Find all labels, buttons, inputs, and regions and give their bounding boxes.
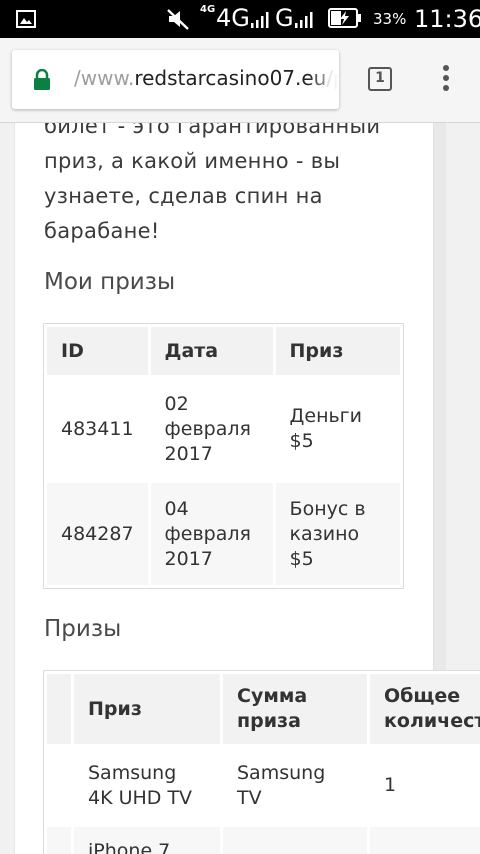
page-viewport[interactable]: билет - это гарантированный приз, а како… bbox=[0, 123, 480, 854]
url-prefix: /www. bbox=[74, 66, 135, 90]
clock: 11:36 bbox=[414, 5, 480, 33]
lock-icon[interactable] bbox=[33, 69, 51, 90]
url-fade bbox=[309, 50, 339, 109]
url-domain: redstarcasino07.eu bbox=[134, 66, 327, 90]
network-type-2: G bbox=[275, 4, 294, 32]
col-header-id: ID bbox=[47, 327, 148, 375]
table-row: iPhone 7 bbox=[47, 827, 480, 854]
col-header-num bbox=[47, 674, 71, 744]
my-prizes-title: Мои призы bbox=[44, 269, 176, 295]
table-header-row: ID Дата Приз bbox=[47, 327, 400, 375]
col-header-amount: Сумма приза bbox=[223, 674, 367, 744]
intro-paragraph: билет - это гарантированный приз, а како… bbox=[44, 123, 384, 249]
cell-date: 02 февраля 2017 bbox=[150, 378, 273, 480]
tab-switcher-button[interactable]: 1 bbox=[368, 67, 392, 91]
cell-id: 483411 bbox=[47, 378, 148, 480]
intro-line: узнаете, сделав спин на bbox=[44, 184, 323, 208]
gallery-notification-icon bbox=[16, 10, 36, 28]
col-header-prize: Приз bbox=[275, 327, 400, 375]
cell-amount: Samsung TV bbox=[223, 747, 367, 824]
cell-id: 484287 bbox=[47, 483, 148, 585]
table-header-row: Приз Сумма приза Общее количество bbox=[47, 674, 480, 744]
status-bar: 4G 4G G 33% 11:36 bbox=[0, 0, 480, 38]
address-bar[interactable]: /www.redstarcasino07.eu/p bbox=[12, 50, 339, 109]
cell-num bbox=[47, 747, 71, 824]
cell-date: 04 февраля 2017 bbox=[150, 483, 273, 585]
prizes-table: Приз Сумма приза Общее количество Samsun… bbox=[43, 670, 480, 854]
table-row: Samsung 4K UHD TV Samsung TV 1 bbox=[47, 747, 480, 824]
browser-toolbar: /www.redstarcasino07.eu/p 1 bbox=[0, 38, 480, 123]
cell-num bbox=[47, 827, 71, 854]
intro-line: приз, а какой именно - вы bbox=[44, 149, 341, 173]
intro-line: билет - это гарантированный bbox=[44, 123, 381, 138]
cell-amount bbox=[223, 827, 367, 854]
intro-line: барабане! bbox=[44, 219, 160, 243]
prizes-title: Призы bbox=[44, 616, 122, 642]
cell-total bbox=[370, 827, 480, 854]
col-header-prize: Приз bbox=[74, 674, 220, 744]
cell-prize: Бонус в казино $5 bbox=[275, 483, 400, 585]
signal-strength-icon bbox=[251, 12, 269, 28]
cell-total: 1 bbox=[370, 747, 480, 824]
url-text[interactable]: /www.redstarcasino07.eu/p bbox=[74, 66, 339, 90]
battery-charging-icon bbox=[328, 8, 361, 28]
cell-prize: iPhone 7 bbox=[74, 827, 220, 854]
cell-prize: Samsung 4K UHD TV bbox=[74, 747, 220, 824]
more-menu-icon[interactable] bbox=[436, 64, 456, 96]
table-row: 483411 02 февраля 2017 Деньги $5 bbox=[47, 378, 400, 480]
mute-icon bbox=[167, 9, 189, 30]
network-type-small: 4G bbox=[200, 4, 216, 15]
battery-percent: 33% bbox=[373, 10, 407, 28]
col-header-total: Общее количество bbox=[370, 674, 480, 744]
cell-prize: Деньги $5 bbox=[275, 378, 400, 480]
table-row: 484287 04 февраля 2017 Бонус в казино $5 bbox=[47, 483, 400, 585]
col-header-date: Дата bbox=[150, 327, 273, 375]
signal-strength-2-icon bbox=[295, 12, 313, 28]
my-prizes-table: ID Дата Приз 483411 02 февраля 2017 День… bbox=[43, 323, 404, 589]
network-type: 4G bbox=[216, 4, 250, 32]
